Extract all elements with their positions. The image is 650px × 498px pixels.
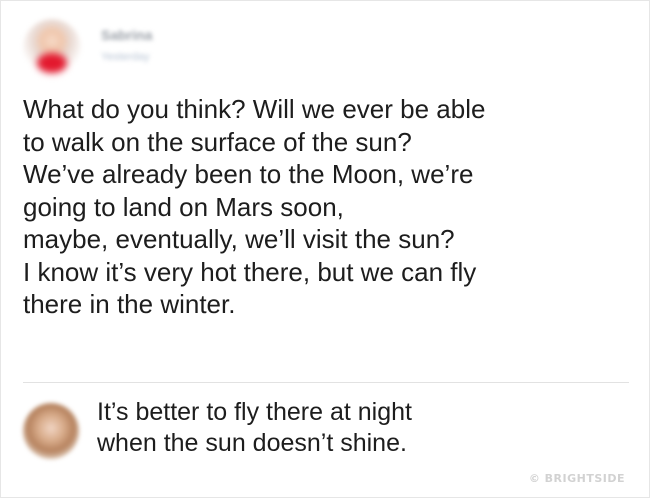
- divider: [23, 382, 629, 383]
- comment-text: It’s better to fly there at night when t…: [97, 398, 412, 457]
- post-card: Sabrina Yesterday What do you think? Wil…: [0, 0, 650, 498]
- brightside-watermark: © BRIGHTSIDE: [528, 472, 625, 485]
- avatar-photo-detail: [37, 53, 67, 73]
- author-avatar[interactable]: [23, 19, 81, 77]
- commenter-avatar[interactable]: [23, 403, 79, 459]
- post-header: Sabrina Yesterday: [23, 13, 323, 83]
- author-name[interactable]: Sabrina: [101, 27, 152, 43]
- post-timestamp[interactable]: Yesterday: [101, 51, 150, 63]
- post-body-text: What do you think? Will we ever be able …: [23, 94, 486, 319]
